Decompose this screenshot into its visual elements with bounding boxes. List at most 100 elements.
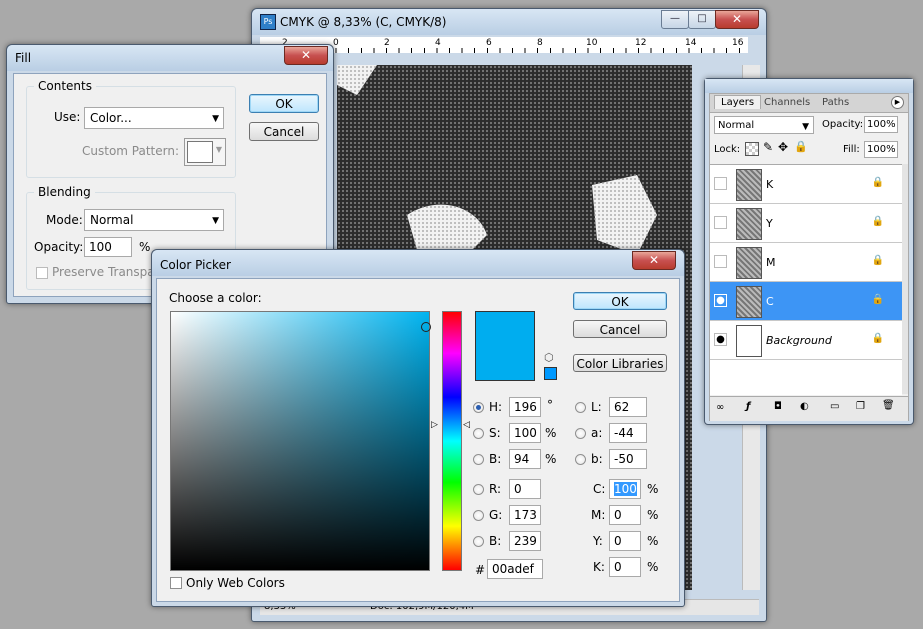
layer-row-y[interactable]: Y 🔒 <box>710 204 902 243</box>
l-input[interactable]: 62 <box>609 397 647 417</box>
gamut-warning-icon[interactable]: ⬡ <box>544 351 554 364</box>
trash-icon[interactable]: 🗑 <box>882 400 895 411</box>
use-dropdown[interactable]: Color... ▼ <box>84 107 224 129</box>
color-picker-close-button[interactable]: ✕ <box>632 251 676 270</box>
k-input[interactable]: 0 <box>609 557 641 577</box>
layer-opacity-input[interactable]: 100% <box>864 116 898 133</box>
color-picker-ok-button[interactable]: OK <box>573 292 667 310</box>
radio-h[interactable] <box>473 402 484 413</box>
new-layer-icon[interactable]: ❐ <box>856 401 865 412</box>
layer-thumbnail <box>736 325 762 357</box>
mode-label: Mode: <box>46 213 83 227</box>
hue-slider-left-arrow[interactable]: ▷ <box>431 420 438 430</box>
color-picker-titlebar[interactable]: Color Picker <box>152 250 684 276</box>
tab-channels[interactable]: Channels <box>764 97 810 108</box>
b-input[interactable]: 94 <box>509 449 541 469</box>
radio-b[interactable] <box>473 454 484 465</box>
tab-paths[interactable]: Paths <box>822 97 849 108</box>
lock-brush-icon[interactable]: ✎ <box>763 140 773 154</box>
only-web-colors-checkbox[interactable] <box>170 577 182 589</box>
ruler-label: 6 <box>486 38 492 48</box>
use-value: Color... <box>90 111 132 125</box>
y-input[interactable]: 0 <box>609 531 641 551</box>
eye-icon[interactable]: ● <box>714 333 727 346</box>
radio-r[interactable] <box>473 484 484 495</box>
layer-row-c[interactable]: ● C 🔒 <box>710 282 902 321</box>
h-input[interactable]: 196 <box>509 397 541 417</box>
layer-row-background[interactable]: ● Background 🔒 <box>710 321 902 360</box>
pattern-swatch <box>187 141 213 163</box>
mode-dropdown[interactable]: Normal ▼ <box>84 209 224 231</box>
radio-rgb-b[interactable] <box>473 536 484 547</box>
tab-layers[interactable]: Layers <box>714 95 762 109</box>
use-label: Use: <box>54 110 81 124</box>
g-input[interactable]: 173 <box>509 505 541 525</box>
color-cursor[interactable] <box>421 322 431 332</box>
preserve-transparency-checkbox[interactable] <box>36 267 48 279</box>
s-input[interactable]: 100 <box>509 423 541 443</box>
fill-ok-button[interactable]: OK <box>249 94 319 113</box>
web-safe-swatch[interactable] <box>544 367 557 380</box>
a-label: a: <box>591 426 603 440</box>
layer-style-icon[interactable]: ƒ <box>746 401 750 412</box>
visibility-toggle[interactable] <box>714 255 727 268</box>
ruler-label: 16 <box>732 38 744 48</box>
layer-name: Background <box>766 334 832 347</box>
lock-transparent-icon[interactable] <box>745 142 759 156</box>
color-picker-cancel-button[interactable]: Cancel <box>573 320 667 338</box>
layer-fill-input[interactable]: 100% <box>864 141 898 158</box>
rgb-b-label: B: <box>489 534 502 548</box>
layer-name: K <box>766 178 774 191</box>
layer-row-k[interactable]: K 🔒 <box>710 165 902 204</box>
fill-title: Fill <box>15 51 32 65</box>
visibility-toggle[interactable] <box>714 177 727 190</box>
new-group-icon[interactable]: ▭ <box>830 401 839 412</box>
document-close-button[interactable]: ✕ <box>715 10 759 29</box>
fill-cancel-button[interactable]: Cancel <box>249 122 319 141</box>
hash-label: # <box>475 563 486 577</box>
m-input[interactable]: 0 <box>609 505 641 525</box>
a-input[interactable]: -44 <box>609 423 647 443</box>
lock-move-icon[interactable]: ✥ <box>778 140 788 154</box>
layer-row-m[interactable]: M 🔒 <box>710 243 902 282</box>
maximize-button[interactable]: □ <box>688 10 716 29</box>
lab-b-input[interactable]: -50 <box>609 449 647 469</box>
adjustment-layer-icon[interactable]: ◐ <box>800 401 809 412</box>
color-libraries-button[interactable]: Color Libraries <box>573 354 667 372</box>
layer-blend-value: Normal <box>718 120 755 131</box>
layer-mask-icon[interactable]: ◘ <box>774 401 782 412</box>
c-input[interactable]: 100 <box>609 479 641 499</box>
link-layers-icon[interactable]: ∞ <box>716 402 724 413</box>
layer-thumbnail <box>736 169 762 201</box>
lock-icon: 🔒 <box>871 177 884 188</box>
l-label: L: <box>591 400 602 414</box>
custom-pattern-label: Custom Pattern: <box>82 144 180 158</box>
saturation-brightness-field[interactable] <box>170 311 431 571</box>
layer-blend-mode[interactable]: Normal ▼ <box>714 116 814 134</box>
layers-scrollbar[interactable] <box>902 164 908 394</box>
visibility-toggle[interactable] <box>714 216 727 229</box>
hue-slider-right-arrow[interactable]: ◁ <box>463 420 470 430</box>
hex-input[interactable]: 00adef <box>487 559 543 579</box>
opacity-input[interactable]: 100 <box>84 237 132 257</box>
hue-slider[interactable] <box>442 311 462 571</box>
c-input-selected-text: 100 <box>614 482 637 496</box>
rgb-b-input[interactable]: 239 <box>509 531 541 551</box>
minimize-button[interactable]: — <box>661 10 689 29</box>
percent-unit: % <box>545 426 557 440</box>
radio-g[interactable] <box>473 510 484 521</box>
radio-a[interactable] <box>575 428 586 439</box>
radio-s[interactable] <box>473 428 484 439</box>
lock-icon: 🔒 <box>871 333 884 344</box>
r-input[interactable]: 0 <box>509 479 541 499</box>
color-picker-title: Color Picker <box>160 258 231 272</box>
opacity-label: Opacity: <box>34 240 84 254</box>
fill-close-button[interactable]: ✕ <box>284 46 328 65</box>
radio-l[interactable] <box>575 402 586 413</box>
percent-unit: % <box>647 534 659 548</box>
eye-icon[interactable]: ● <box>714 294 727 307</box>
radio-lab-b[interactable] <box>575 454 586 465</box>
layers-panel-header[interactable] <box>705 79 913 93</box>
panel-menu-icon[interactable]: ▶ <box>891 96 904 109</box>
lock-all-icon[interactable]: 🔒 <box>794 140 808 153</box>
